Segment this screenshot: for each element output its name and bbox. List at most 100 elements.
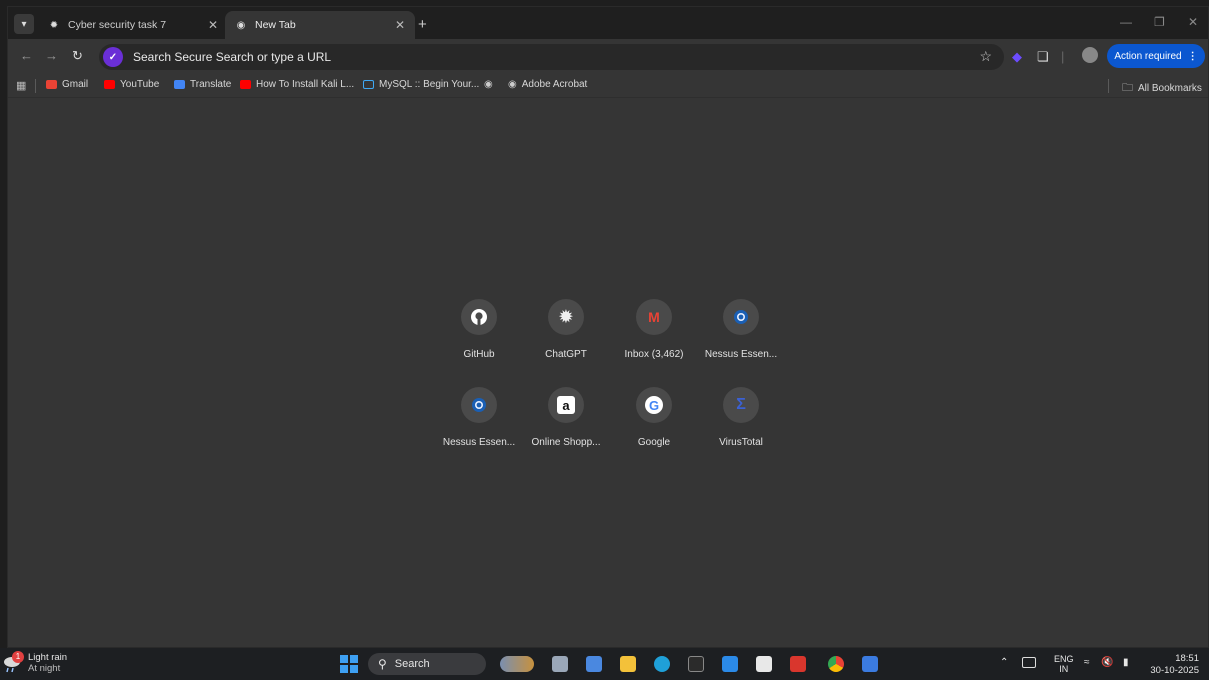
wifi-icon[interactable]: ≈	[1084, 657, 1090, 668]
action-required-button[interactable]: Action required ⋮	[1107, 44, 1205, 68]
tab-strip: ▾ ✹ Cyber security task 7 ✕ ◉ New Tab ✕ …	[8, 7, 1208, 39]
nessus-icon	[461, 387, 497, 423]
tab-cyber-security[interactable]: ✹ Cyber security task 7 ✕	[38, 11, 228, 39]
store-icon[interactable]	[756, 656, 772, 672]
bookmark-separator	[1108, 79, 1109, 93]
bookmarks-bar: ▦ Gmail YouTube Translate How To Install…	[8, 74, 1208, 98]
minimize-icon[interactable]: —	[1120, 15, 1132, 29]
language-label: ENG	[1054, 654, 1074, 664]
chatgpt-icon: ✹	[548, 299, 584, 335]
new-tab-button[interactable]: +	[418, 16, 427, 33]
vscode-icon[interactable]	[722, 656, 738, 672]
extension-icon[interactable]: ◆	[1012, 49, 1022, 65]
shortcut-label: Inbox (3,462)	[624, 349, 684, 360]
toolbar-divider: |	[1061, 49, 1065, 64]
shortcut-label: Online Shopp...	[531, 437, 601, 448]
notepad-icon[interactable]	[586, 656, 602, 672]
clock[interactable]: 18:51 30-10-2025	[1150, 653, 1199, 677]
globe-icon[interactable]: ◉	[484, 79, 493, 90]
edge-icon[interactable]	[654, 656, 670, 672]
github-icon	[461, 299, 497, 335]
toolbar: ← → ↻ ✓ Search Secure Search or type a U…	[8, 39, 1208, 74]
battery-icon[interactable]: ▮	[1123, 657, 1129, 668]
shortcut-nessus-2[interactable]: Nessus Essen...	[439, 387, 519, 448]
folder-icon: 🗀	[1122, 82, 1133, 94]
gmail-icon: M	[636, 299, 672, 335]
amazon-icon: a	[548, 387, 584, 423]
bookmark-label: MySQL :: Begin Your...	[379, 79, 480, 90]
shortcut-google[interactable]: G Google	[614, 387, 694, 448]
bookmark-star-icon[interactable]: ☆	[979, 48, 992, 65]
bookmark-adobe-acrobat[interactable]: ◉ Adobe Acrobat	[508, 79, 587, 90]
chevron-up-icon[interactable]: ⌃	[1000, 657, 1008, 668]
bookmark-translate[interactable]: Translate	[174, 79, 231, 90]
mysql-icon	[363, 80, 374, 89]
volume-muted-icon[interactable]: 🔇	[1101, 657, 1113, 668]
task-view-icon[interactable]	[552, 656, 568, 672]
terminal-icon[interactable]	[688, 656, 704, 672]
close-window-icon[interactable]: ✕	[1188, 15, 1198, 29]
youtube-icon	[104, 80, 115, 89]
tab-new-tab[interactable]: ◉ New Tab ✕	[225, 11, 415, 39]
tab-title: New Tab	[255, 19, 296, 31]
profile-avatar-icon[interactable]	[1082, 47, 1098, 63]
shortcut-amazon[interactable]: a Online Shopp...	[526, 387, 606, 448]
address-bar[interactable]: ✓ Search Secure Search or type a URL ☆	[99, 44, 1004, 70]
google-icon: G	[636, 387, 672, 423]
browser-window: ▾ ✹ Cyber security task 7 ✕ ◉ New Tab ✕ …	[7, 6, 1209, 648]
region-label: IN	[1059, 664, 1069, 674]
action-required-label: Action required	[1114, 50, 1182, 62]
chrome-icon[interactable]	[828, 656, 844, 672]
widgets-icon[interactable]	[500, 656, 534, 672]
bookmark-label: Adobe Acrobat	[521, 79, 588, 90]
bookmark-mysql[interactable]: MySQL :: Begin Your...	[363, 79, 479, 90]
shortcut-virustotal[interactable]: Σ VirusTotal	[701, 387, 781, 448]
shortcut-github[interactable]: GitHub	[439, 299, 519, 360]
bookmark-youtube[interactable]: YouTube	[104, 79, 159, 90]
secure-search-icon: ✓	[103, 47, 123, 67]
forward-icon[interactable]: →	[45, 48, 58, 63]
clock-date: 30-10-2025	[1150, 665, 1199, 676]
all-bookmarks-button[interactable]: 🗀 All Bookmarks	[1122, 79, 1202, 98]
shortcut-label: VirusTotal	[719, 437, 763, 448]
chrome-icon: ◉	[236, 19, 246, 31]
bookmark-gmail[interactable]: Gmail	[46, 79, 88, 90]
shortcut-nessus-1[interactable]: Nessus Essen...	[701, 299, 781, 360]
wps-office-icon[interactable]	[790, 656, 806, 672]
windows-start-icon[interactable]	[340, 655, 358, 673]
tab-title: Cyber security task 7	[68, 19, 167, 31]
language-indicator[interactable]: ENG IN	[1054, 654, 1074, 674]
shortcut-label: GitHub	[463, 349, 495, 360]
back-icon[interactable]: ←	[20, 48, 33, 63]
app-icon[interactable]	[862, 656, 878, 672]
tab-search-button[interactable]: ▾	[14, 14, 34, 34]
shortcut-label: ChatGPT	[545, 349, 587, 360]
bookmark-label: YouTube	[120, 79, 160, 90]
translate-icon	[174, 80, 185, 89]
shortcut-label: Google	[637, 437, 671, 448]
bookmark-kali[interactable]: How To Install Kali L...	[240, 79, 354, 90]
restore-icon[interactable]: ❐	[1154, 15, 1165, 29]
close-icon[interactable]: ✕	[208, 18, 218, 32]
close-icon[interactable]: ✕	[395, 18, 405, 32]
clock-time: 18:51	[1175, 653, 1199, 664]
shortcut-inbox[interactable]: M Inbox (3,462)	[614, 299, 694, 360]
chatgpt-icon: ✹	[49, 19, 59, 31]
bookmark-label: How To Install Kali L...	[256, 79, 355, 90]
all-bookmarks-label: All Bookmarks	[1138, 83, 1202, 94]
bookmark-label: Gmail	[62, 79, 89, 90]
bookmark-separator	[35, 79, 36, 93]
onedrive-icon[interactable]	[1022, 657, 1036, 668]
search-label: Search	[394, 658, 430, 670]
weather-condition: Light rain	[28, 652, 68, 663]
shortcut-label: Nessus Essen...	[704, 349, 778, 360]
search-icon: ⚲	[378, 657, 387, 671]
nessus-icon	[723, 299, 759, 335]
extensions-puzzle-icon[interactable]: ❏	[1037, 49, 1049, 65]
taskbar-search[interactable]: ⚲ Search	[368, 653, 486, 675]
reload-icon[interactable]: ↻	[72, 48, 83, 64]
shortcut-chatgpt[interactable]: ✹ ChatGPT	[526, 299, 606, 360]
weather-widget[interactable]: 1 Light rain At night	[4, 651, 68, 674]
apps-grid-icon[interactable]: ▦	[16, 79, 26, 92]
file-explorer-icon[interactable]	[620, 656, 636, 672]
